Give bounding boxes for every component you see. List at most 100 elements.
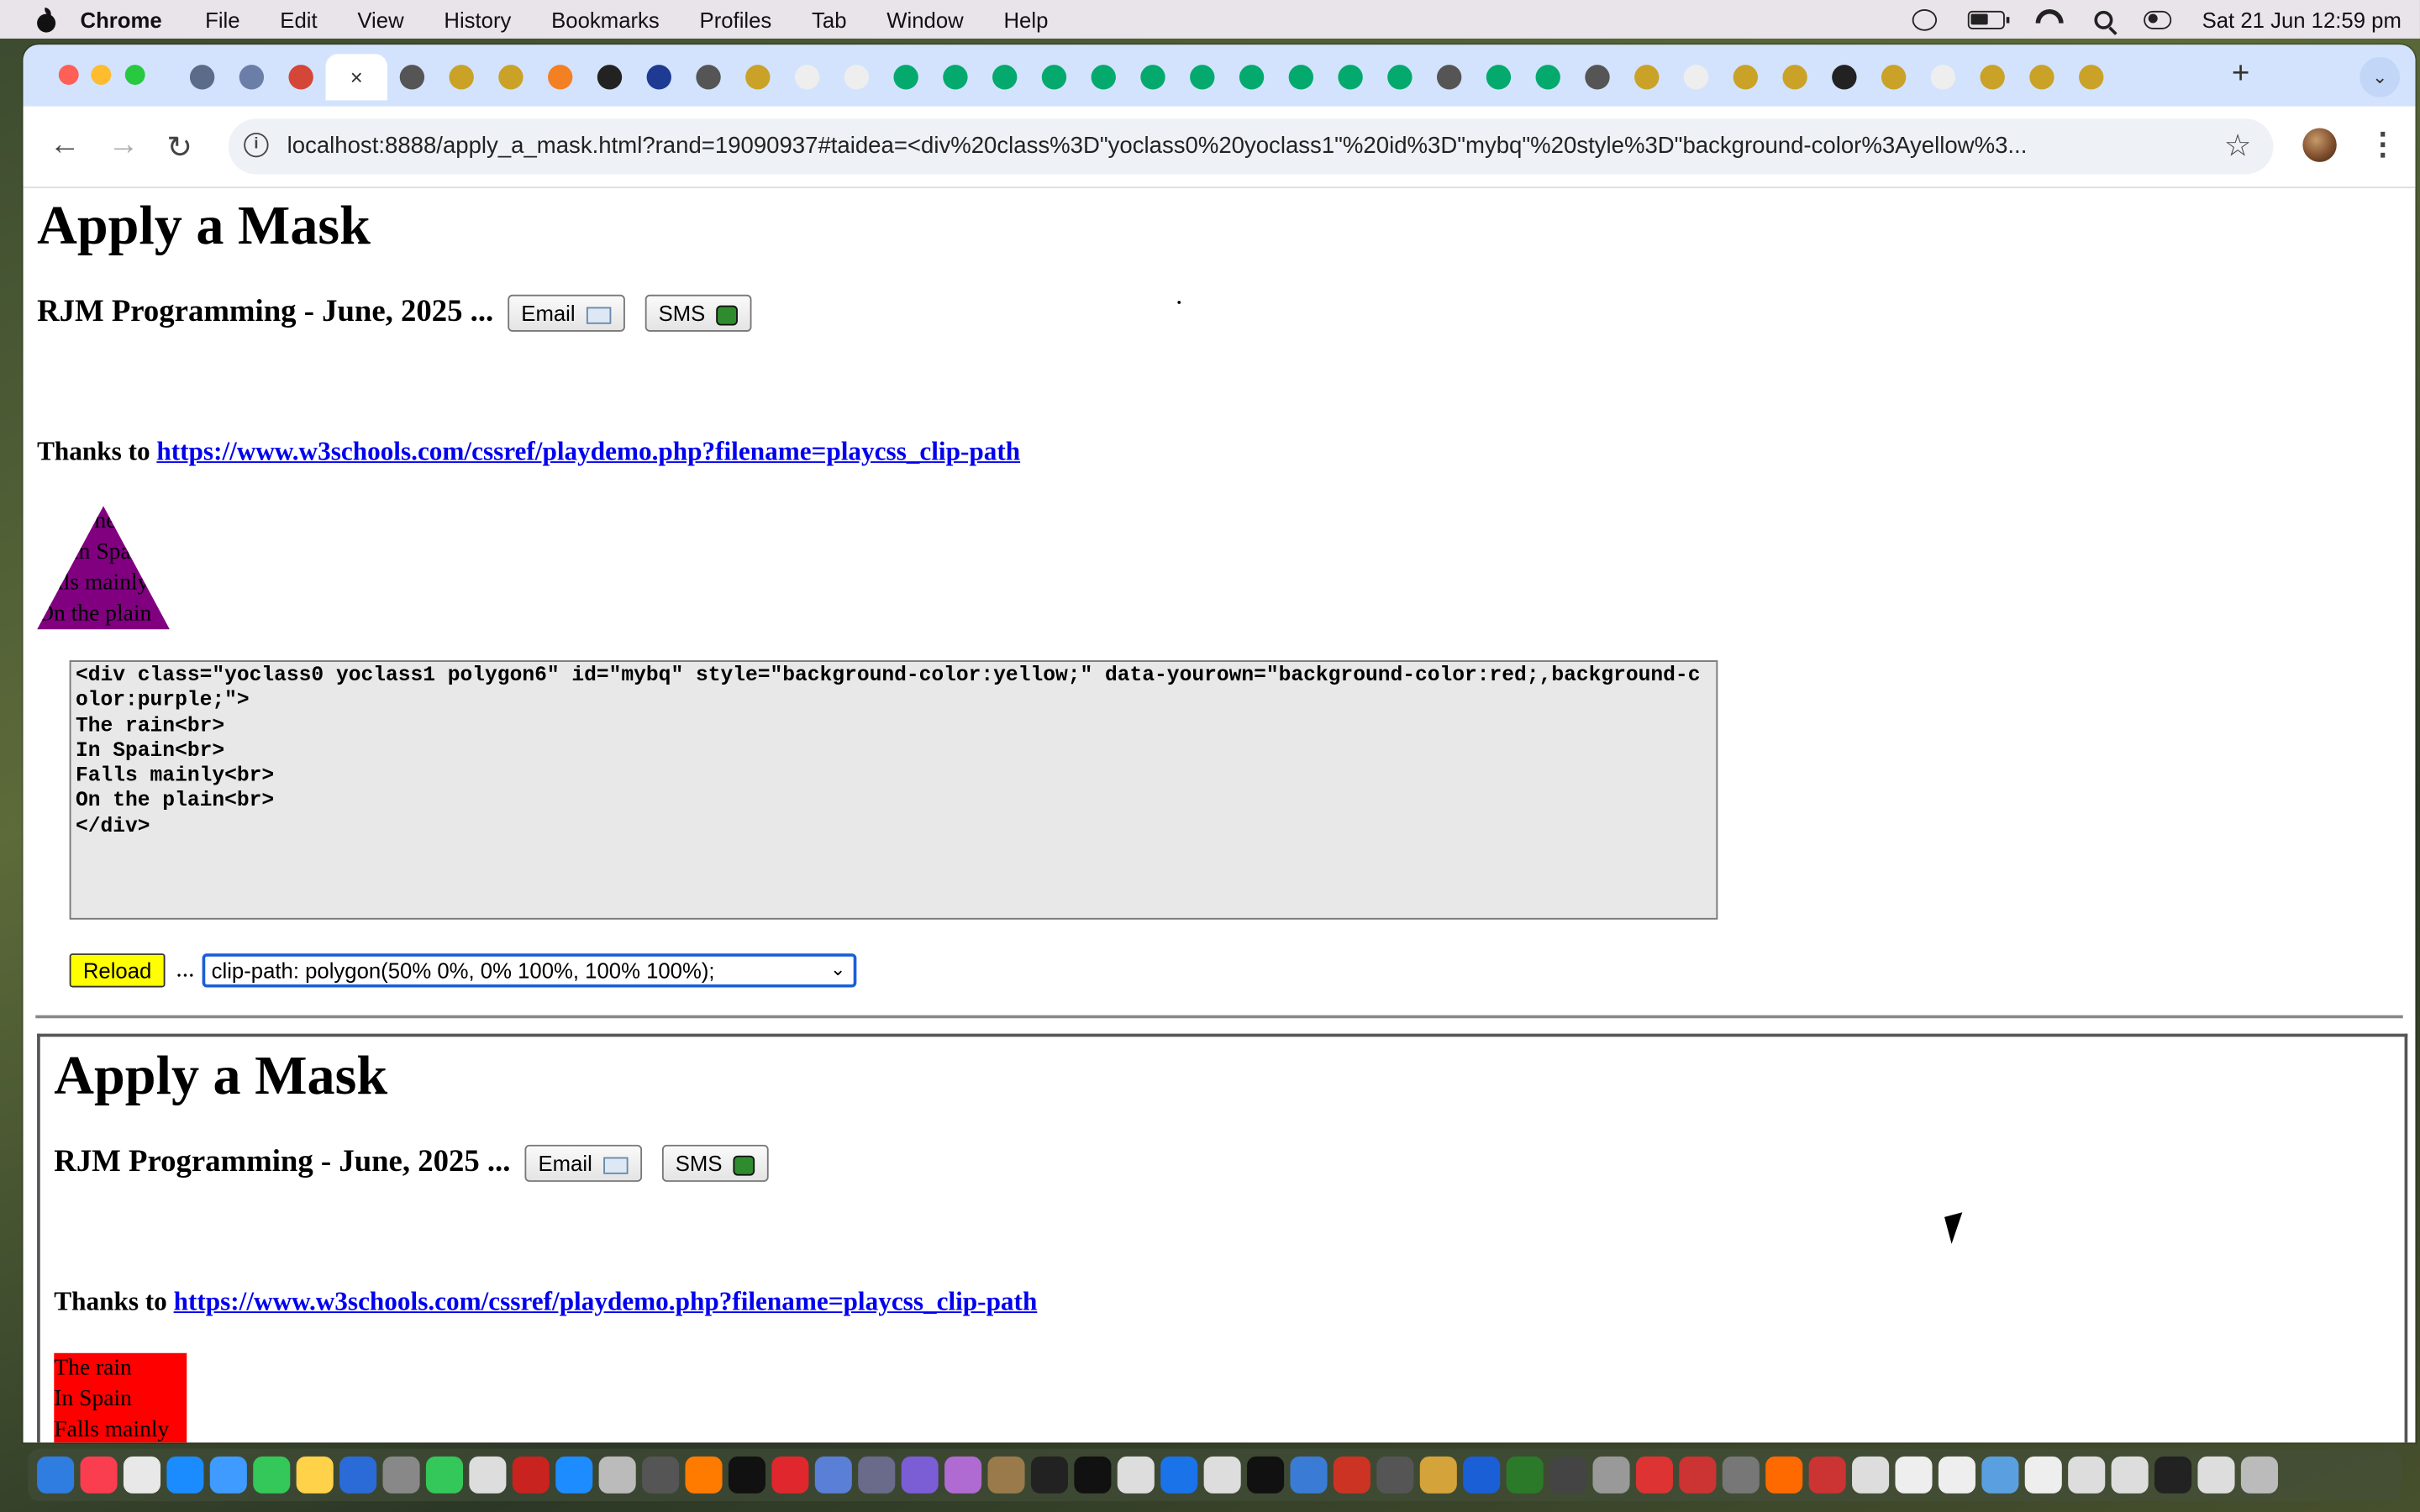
tab-item[interactable] (832, 54, 881, 100)
dock-app-icon[interactable] (901, 1456, 939, 1494)
address-bar[interactable]: i localhost:8888/apply_a_mask.html?rand=… (228, 118, 2274, 175)
tab-item[interactable] (1424, 54, 1474, 100)
html-textarea[interactable]: <div class="yoclass0 yoclass1 polygon6" … (69, 660, 1718, 920)
battery-icon[interactable] (1967, 9, 2010, 29)
menu-profiles[interactable]: Profiles (700, 7, 772, 31)
tab-item[interactable] (1671, 54, 1721, 100)
menu-bookmarks[interactable]: Bookmarks (551, 7, 660, 31)
dock-app-icon[interactable] (858, 1456, 896, 1494)
menu-tab[interactable]: Tab (812, 7, 846, 31)
dock-app-icon[interactable] (1117, 1456, 1155, 1494)
dock-app-icon[interactable] (2024, 1456, 2062, 1494)
address-url[interactable]: localhost:8888/apply_a_mask.html?rand=19… (287, 133, 2202, 159)
iframe-sms-button[interactable]: SMS (661, 1145, 769, 1183)
tab-item[interactable] (1523, 54, 1573, 100)
tab-item[interactable] (733, 54, 782, 100)
dock-app-icon[interactable] (2154, 1456, 2192, 1494)
tab-item[interactable] (782, 54, 832, 100)
dock-app-icon[interactable] (814, 1456, 852, 1494)
close-tab-icon[interactable]: × (350, 65, 363, 89)
tab-item[interactable] (1573, 54, 1623, 100)
dock-app-icon[interactable] (253, 1456, 291, 1494)
tab-item[interactable] (1770, 54, 1820, 100)
tab-item[interactable] (1721, 54, 1770, 100)
dock-app-icon[interactable] (2197, 1456, 2235, 1494)
forward-arrow-icon[interactable]: → (108, 128, 139, 163)
tab-item[interactable] (585, 54, 634, 100)
reload-icon[interactable]: ↻ (166, 128, 192, 166)
dock-app-icon[interactable] (944, 1456, 982, 1494)
menu-edit[interactable]: Edit (280, 7, 317, 31)
tab-item[interactable] (535, 54, 585, 100)
dock-app-icon[interactable] (1160, 1456, 1198, 1494)
close-window-button[interactable] (58, 65, 79, 86)
dock-app-icon[interactable] (1203, 1456, 1241, 1494)
dock-app-icon[interactable] (1549, 1456, 1587, 1494)
tab-item[interactable] (1819, 54, 1869, 100)
tab-item[interactable] (1326, 54, 1376, 100)
dock-app-icon[interactable] (2240, 1456, 2278, 1494)
tab-item[interactable] (980, 54, 1029, 100)
dock-app-icon[interactable] (1247, 1456, 1285, 1494)
dock-app-icon[interactable] (1938, 1456, 1975, 1494)
dock-app-icon[interactable] (1592, 1456, 1630, 1494)
tab-item[interactable] (684, 54, 734, 100)
tab-item[interactable] (437, 54, 487, 100)
back-arrow-icon[interactable]: ← (50, 128, 81, 163)
profile-avatar[interactable] (2302, 128, 2337, 162)
dock-app-icon[interactable] (2111, 1456, 2149, 1494)
tab-item[interactable] (387, 54, 437, 100)
dock-app-icon[interactable] (2068, 1456, 2106, 1494)
dock-app-icon[interactable] (1852, 1456, 1890, 1494)
more-menu-icon[interactable]: ⋮ (2367, 125, 2398, 164)
dock-app-icon[interactable] (771, 1456, 809, 1494)
dock-app-icon[interactable] (1290, 1456, 1328, 1494)
tab-item[interactable] (1276, 54, 1326, 100)
dock-app-icon[interactable] (123, 1456, 161, 1494)
menu-view[interactable]: View (357, 7, 403, 31)
dock-app-icon[interactable] (555, 1456, 593, 1494)
email-button[interactable]: Email (507, 295, 625, 333)
dock-app-icon[interactable] (1981, 1456, 2019, 1494)
menu-history[interactable]: History (444, 7, 511, 31)
preview-iframe[interactable]: Apply a Mask RJM Programming - June, 202… (37, 1033, 2408, 1443)
screen-recording-icon[interactable] (1912, 8, 1937, 30)
menu-file[interactable]: File (205, 7, 239, 31)
dock-app-icon[interactable] (469, 1456, 507, 1494)
tab-item[interactable] (1622, 54, 1671, 100)
tab-item[interactable] (881, 54, 931, 100)
sms-button[interactable]: SMS (644, 295, 752, 333)
dock-app-icon[interactable] (1506, 1456, 1544, 1494)
thanks-link[interactable]: https://www.w3schools.com/cssref/playdem… (156, 437, 1020, 466)
tab-item[interactable] (1474, 54, 1523, 100)
tab-item[interactable] (2066, 54, 2116, 100)
dock-app-icon[interactable] (37, 1456, 75, 1494)
clip-path-select[interactable]: clip-path: polygon(50% 0%, 0% 100%, 100%… (202, 953, 857, 988)
dock-app-icon[interactable] (1765, 1456, 1803, 1494)
iframe-thanks-link[interactable]: https://www.w3schools.com/cssref/playdem… (174, 1287, 1038, 1316)
dock-app-icon[interactable] (209, 1456, 247, 1494)
menu-app-chrome[interactable]: Chrome (81, 7, 162, 31)
wifi-icon[interactable] (2035, 8, 2063, 30)
dock-app-icon[interactable] (1030, 1456, 1068, 1494)
menu-help[interactable]: Help (1003, 7, 1048, 31)
spotlight-search-icon[interactable] (2094, 9, 2113, 29)
dock-app-icon[interactable] (1808, 1456, 1846, 1494)
tab-item[interactable] (1869, 54, 1918, 100)
dock-app-icon[interactable] (1333, 1456, 1370, 1494)
control-center-icon[interactable] (2143, 9, 2171, 29)
tab-active[interactable]: × (325, 54, 388, 101)
iframe-email-button[interactable]: Email (523, 1145, 642, 1183)
dock-app-icon[interactable] (987, 1456, 1025, 1494)
tab-item[interactable] (177, 54, 227, 100)
dock-app-icon[interactable] (80, 1456, 118, 1494)
tab-item[interactable] (1918, 54, 1968, 100)
menu-window[interactable]: Window (886, 7, 963, 31)
dock-app-icon[interactable] (728, 1456, 766, 1494)
new-tab-button[interactable]: + (2232, 57, 2249, 92)
dock-app-icon[interactable] (339, 1456, 377, 1494)
tab-search-chevron-icon[interactable]: ⌄ (2360, 56, 2401, 97)
tab-item[interactable] (1968, 54, 2018, 100)
tab-item[interactable] (1375, 54, 1424, 100)
dock-app-icon[interactable] (598, 1456, 636, 1494)
